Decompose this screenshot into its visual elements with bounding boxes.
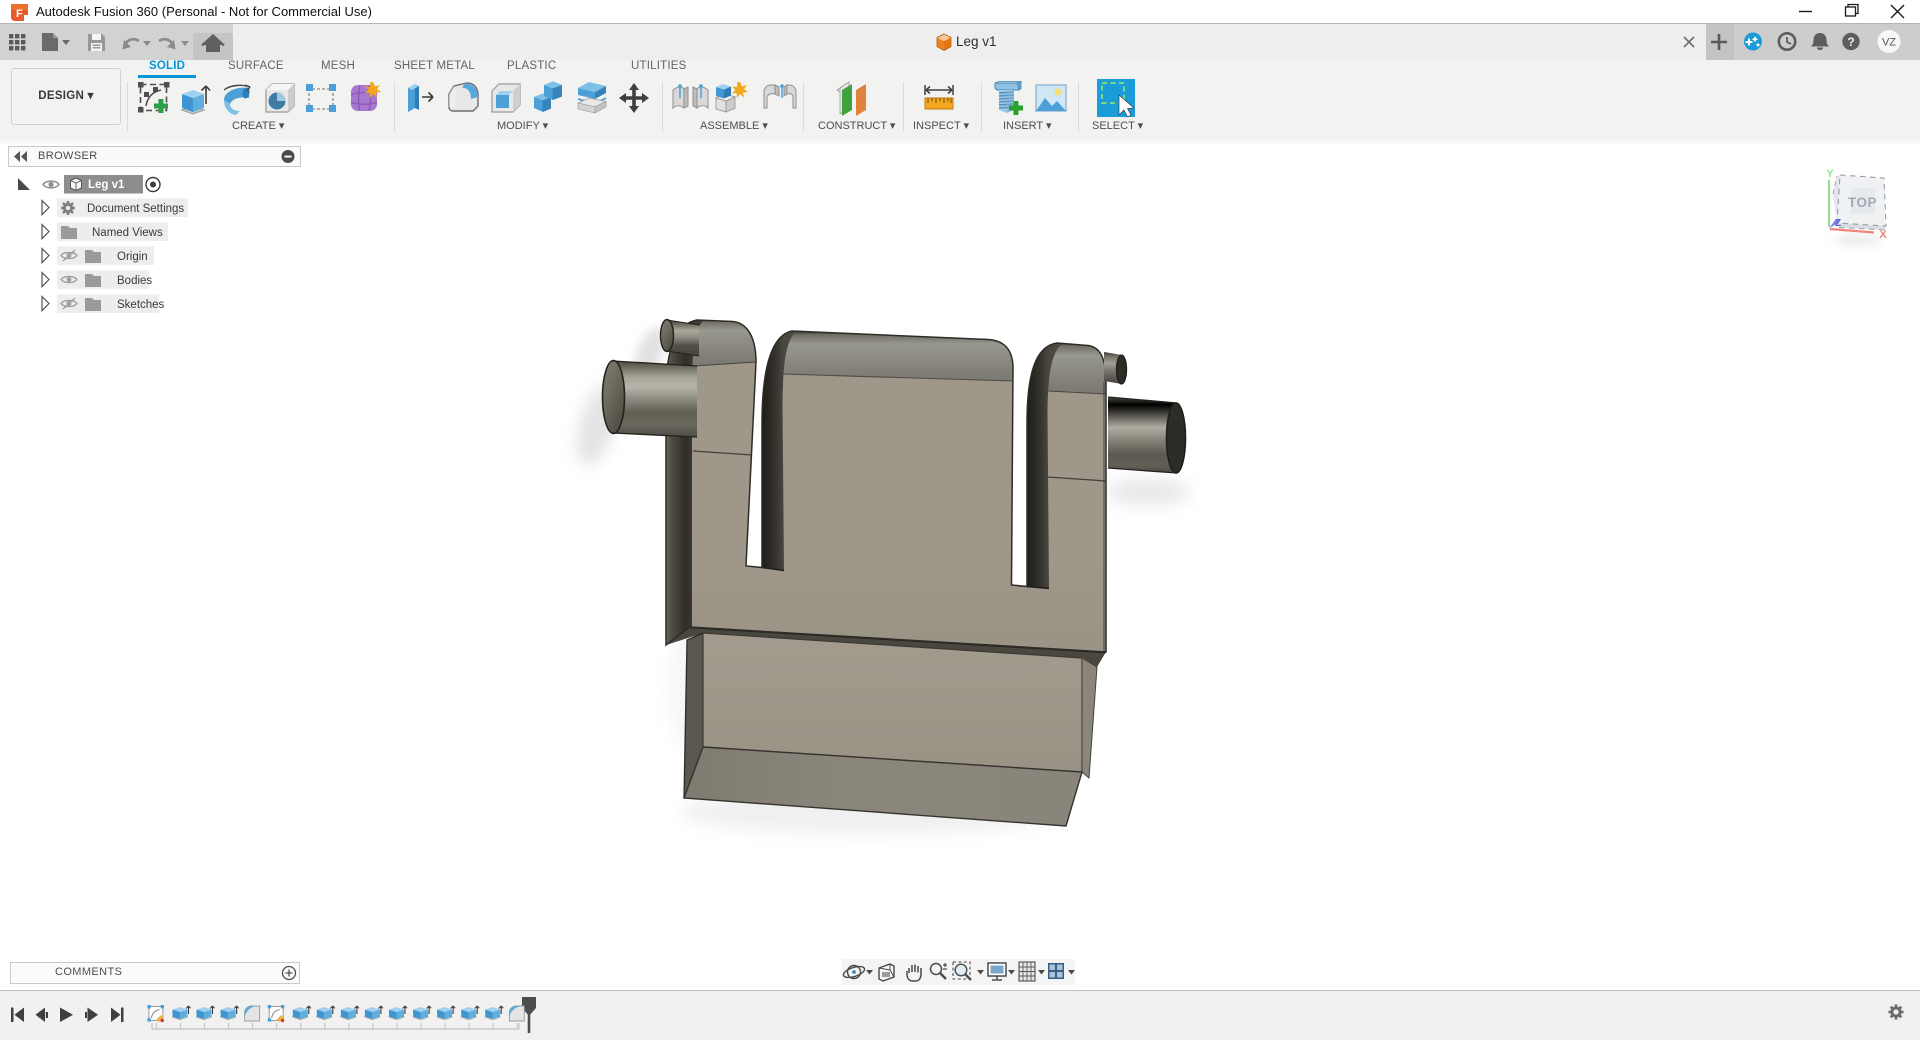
svg-text:Origin: Origin [117,251,148,263]
svg-text:X: X [1879,229,1887,241]
svg-text:F: F [16,8,23,20]
svg-text:Named Views: Named Views [92,227,163,239]
svg-text:TOP: TOP [1848,195,1877,210]
svg-text:Sketches: Sketches [117,299,165,311]
svg-text:Leg v1: Leg v1 [88,179,125,191]
svg-text:VZ: VZ [1882,37,1896,49]
svg-text:?: ? [1847,35,1854,49]
svg-text:Y: Y [1826,168,1834,180]
svg-text:Document Settings: Document Settings [87,203,184,215]
svg-text:Bodies: Bodies [117,275,152,287]
